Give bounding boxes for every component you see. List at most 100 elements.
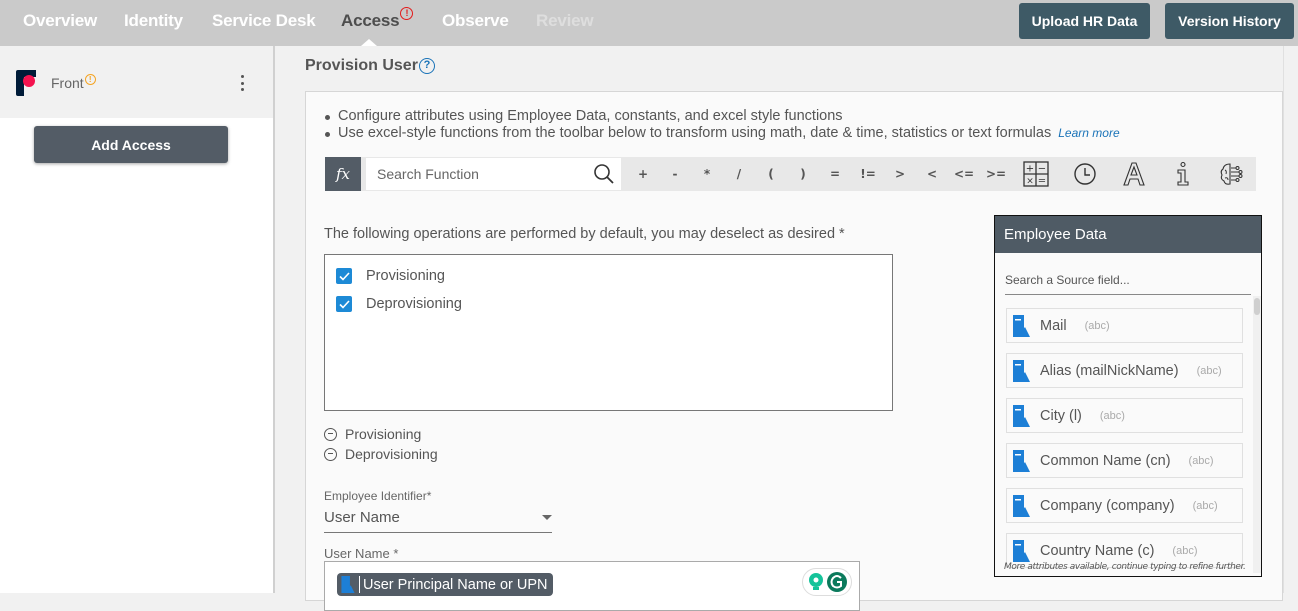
svg-text:+: + bbox=[1026, 164, 1034, 175]
instructions-list: Configure attributes using Employee Data… bbox=[321, 108, 1120, 142]
field-icon bbox=[1013, 494, 1030, 517]
instruction-item: Configure attributes using Employee Data… bbox=[321, 108, 1120, 125]
version-history-button[interactable]: Version History bbox=[1165, 3, 1294, 39]
svg-text:×: × bbox=[1026, 177, 1034, 187]
search-icon[interactable] bbox=[593, 163, 615, 185]
more-options-icon[interactable] bbox=[238, 75, 246, 91]
front-logo-icon bbox=[16, 70, 36, 96]
instruction-item: Use excel-style functions from the toolb… bbox=[321, 125, 1120, 142]
ai-brain-icon[interactable] bbox=[1218, 161, 1244, 187]
employee-field-item[interactable]: Mail (abc) bbox=[1006, 308, 1243, 343]
source-field-search-input[interactable] bbox=[1005, 266, 1251, 295]
deprovisioning-checkbox[interactable] bbox=[336, 296, 352, 312]
provisioning-checkbox-row[interactable]: Provisioning bbox=[336, 268, 445, 284]
field-name: Mail bbox=[1040, 317, 1067, 334]
employee-field-item[interactable]: Company (company) (abc) bbox=[1006, 488, 1243, 523]
field-name: Common Name (cn) bbox=[1040, 452, 1171, 469]
attribute-chip-label: User Principal Name or UPN bbox=[363, 576, 548, 593]
nav-tab-review: Review bbox=[536, 11, 594, 30]
grammarly-widget[interactable] bbox=[802, 568, 852, 596]
alert-icon: ! bbox=[400, 7, 414, 20]
chevron-down-icon bbox=[542, 515, 552, 520]
field-type: (abc) bbox=[1196, 364, 1222, 377]
instruction-text: Configure attributes using Employee Data… bbox=[338, 108, 843, 124]
function-toolbar: fx + - * / ( ) = != > < <= >= + − × = bbox=[325, 157, 1256, 191]
field-icon bbox=[1013, 539, 1030, 562]
employee-identifier-label: Employee Identifier* bbox=[324, 489, 432, 503]
employee-identifier-select[interactable]: User Name bbox=[324, 506, 552, 533]
field-type: (abc) bbox=[1172, 544, 1198, 557]
instruction-text: Use excel-style functions from the toolb… bbox=[338, 125, 1052, 141]
operator-open-paren-button[interactable]: ( bbox=[759, 157, 783, 191]
math-functions-icon[interactable]: + − × = bbox=[1023, 161, 1049, 187]
user-name-expression-input[interactable]: User Principal Name or UPN bbox=[324, 561, 860, 611]
nav-tab-overview[interactable]: Overview bbox=[23, 11, 97, 31]
operator-not-equals-button[interactable]: != bbox=[856, 157, 880, 191]
upload-hr-data-button[interactable]: Upload HR Data bbox=[1019, 3, 1150, 39]
employee-field-item[interactable]: Common Name (cn) (abc) bbox=[1006, 443, 1243, 478]
page-scrollbar[interactable] bbox=[1283, 46, 1298, 593]
search-function-input[interactable] bbox=[366, 158, 621, 190]
chip-separator bbox=[359, 576, 360, 593]
info-icon[interactable] bbox=[1170, 161, 1196, 187]
employee-field-list: Mail (abc) Alias (mailNickName) (abc) Ci… bbox=[995, 296, 1261, 568]
deprovisioning-label: Deprovisioning bbox=[366, 296, 462, 312]
employee-identifier-value: User Name bbox=[324, 509, 400, 526]
nav-tab-access-label: Access bbox=[341, 11, 400, 30]
text-icon[interactable] bbox=[1121, 161, 1147, 187]
provisioning-checkbox[interactable] bbox=[336, 268, 352, 284]
svg-text:−: − bbox=[1038, 164, 1046, 175]
field-icon bbox=[1013, 404, 1030, 427]
active-tab-indicator bbox=[361, 39, 377, 46]
field-type: (abc) bbox=[1192, 499, 1218, 512]
operator-plus-button[interactable]: + bbox=[631, 157, 655, 191]
collapse-icon[interactable] bbox=[324, 427, 337, 441]
field-name: Country Name (c) bbox=[1040, 542, 1155, 559]
grammarly-icon[interactable] bbox=[826, 571, 848, 593]
app-name: Front! bbox=[51, 74, 96, 91]
svg-text:=: = bbox=[1038, 176, 1046, 187]
nav-tab-service-desk[interactable]: Service Desk bbox=[212, 11, 316, 31]
employee-data-title: Employee Data bbox=[995, 216, 1261, 253]
deprovisioning-summary-item[interactable]: Deprovisioning bbox=[324, 446, 438, 462]
clock-icon[interactable] bbox=[1072, 161, 1098, 187]
field-name: Alias (mailNickName) bbox=[1040, 362, 1179, 379]
employee-field-item[interactable]: Alias (mailNickName) (abc) bbox=[1006, 353, 1243, 388]
field-icon bbox=[1013, 359, 1030, 382]
sidebar-divider bbox=[273, 46, 275, 593]
operator-equals-button[interactable]: = bbox=[823, 157, 847, 191]
help-icon[interactable]: ? bbox=[419, 58, 435, 74]
sidebar-app-item[interactable]: Front! bbox=[0, 46, 273, 118]
employee-data-panel: Employee Data Mail (abc) Alias (mailNick… bbox=[994, 215, 1262, 577]
field-icon bbox=[341, 576, 355, 593]
checkmark-icon bbox=[338, 299, 350, 309]
scrollbar-thumb[interactable] bbox=[1254, 298, 1260, 315]
lightbulb-icon[interactable] bbox=[807, 572, 825, 592]
operator-greater-equal-button[interactable]: >= bbox=[984, 157, 1008, 191]
employee-field-item[interactable]: City (l) (abc) bbox=[1006, 398, 1243, 433]
field-icon bbox=[1013, 314, 1030, 337]
user-name-label: User Name * bbox=[324, 546, 399, 561]
collapse-icon[interactable] bbox=[324, 447, 337, 461]
employee-list-scrollbar[interactable] bbox=[1253, 296, 1261, 573]
operator-greater-button[interactable]: > bbox=[888, 157, 912, 191]
operator-close-paren-button[interactable]: ) bbox=[791, 157, 815, 191]
operator-divide-button[interactable]: / bbox=[727, 157, 751, 191]
deprovisioning-summary-label: Deprovisioning bbox=[345, 446, 438, 462]
deprovisioning-checkbox-row[interactable]: Deprovisioning bbox=[336, 296, 462, 312]
more-attributes-hint: More attributes available, continue typi… bbox=[1004, 562, 1246, 572]
field-name: City (l) bbox=[1040, 407, 1082, 424]
field-type: (abc) bbox=[1099, 409, 1125, 422]
field-name: Company (company) bbox=[1040, 497, 1175, 514]
operator-multiply-button[interactable]: * bbox=[695, 157, 719, 191]
nav-tab-observe[interactable]: Observe bbox=[442, 11, 509, 31]
fx-icon[interactable]: fx bbox=[325, 157, 361, 191]
operator-less-button[interactable]: < bbox=[920, 157, 944, 191]
provisioning-summary-item[interactable]: Provisioning bbox=[324, 426, 421, 442]
nav-tab-identity[interactable]: Identity bbox=[124, 11, 183, 31]
add-access-button[interactable]: Add Access bbox=[34, 126, 228, 163]
learn-more-link[interactable]: Learn more bbox=[1058, 126, 1119, 140]
operator-less-equal-button[interactable]: <= bbox=[952, 157, 976, 191]
nav-tab-access[interactable]: Access ! bbox=[341, 7, 414, 31]
operator-minus-button[interactable]: - bbox=[663, 157, 687, 191]
